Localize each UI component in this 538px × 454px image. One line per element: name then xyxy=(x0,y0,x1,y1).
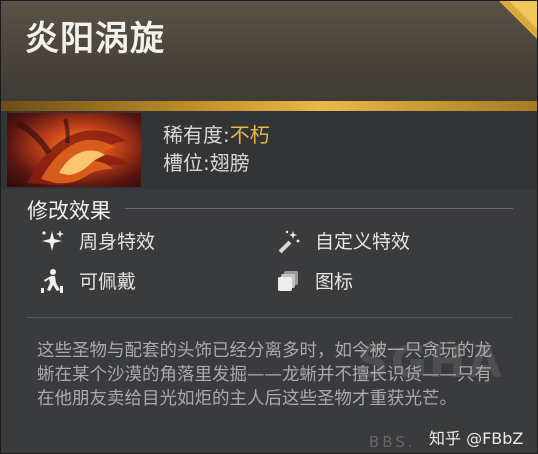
rarity-value: 不朽 xyxy=(229,123,270,147)
magic-wand-icon xyxy=(278,230,300,253)
watermark-credit: 知乎 @FBbZ xyxy=(429,429,524,448)
phoenix-wings-image xyxy=(15,118,129,185)
item-tooltip-card: 炎阳涡旋 稀有度:不朽 槽位:翅膀 修改效果 周身特效 自定义特效 可佩戴 图标… xyxy=(0,0,538,454)
slot-label: 槽位: xyxy=(163,151,210,175)
effect-icon-label: 图标 xyxy=(315,271,354,293)
modifiers-heading: 修改效果 xyxy=(27,199,111,223)
effect-ambient: 周身特效 xyxy=(39,227,155,254)
watermark-site: BBS. xyxy=(369,433,416,451)
item-thumbnail xyxy=(7,113,141,187)
stacked-cards-icon xyxy=(278,270,298,291)
rarity-color-bar xyxy=(1,101,537,111)
effect-wearable-label: 可佩戴 xyxy=(79,271,137,293)
tooltip-header: 炎阳涡旋 xyxy=(1,1,537,101)
corner-fold-icon xyxy=(499,1,537,39)
slot-line: 槽位:翅膀 xyxy=(163,149,270,177)
effect-wearable: 可佩戴 xyxy=(39,267,136,294)
item-title: 炎阳涡旋 xyxy=(25,19,165,59)
effect-icon: 图标 xyxy=(275,267,353,294)
slot-value: 翅膀 xyxy=(209,151,250,175)
item-description: 这些圣物与配套的头饰已经分离多时，如今被一只贪玩的龙蜥在某个沙漠的角落里发掘——… xyxy=(37,341,492,409)
heading-divider xyxy=(125,208,513,209)
description-divider xyxy=(27,317,513,318)
rarity-line: 稀有度:不朽 xyxy=(163,121,270,149)
modifiers-section: 修改效果 周身特效 自定义特效 可佩戴 图标 SGHA 这些圣物与配套的头饰已经… xyxy=(1,189,537,453)
effect-custom: 自定义特效 xyxy=(275,227,410,254)
rarity-label: 稀有度: xyxy=(163,123,230,147)
effect-custom-label: 自定义特效 xyxy=(315,231,411,253)
item-meta: 稀有度:不朽 槽位:翅膀 xyxy=(163,121,270,177)
item-info-row: 稀有度:不朽 槽位:翅膀 xyxy=(1,111,537,189)
sparkle-icon xyxy=(42,229,64,251)
walking-figure-icon xyxy=(41,268,63,293)
effect-ambient-label: 周身特效 xyxy=(79,231,156,253)
